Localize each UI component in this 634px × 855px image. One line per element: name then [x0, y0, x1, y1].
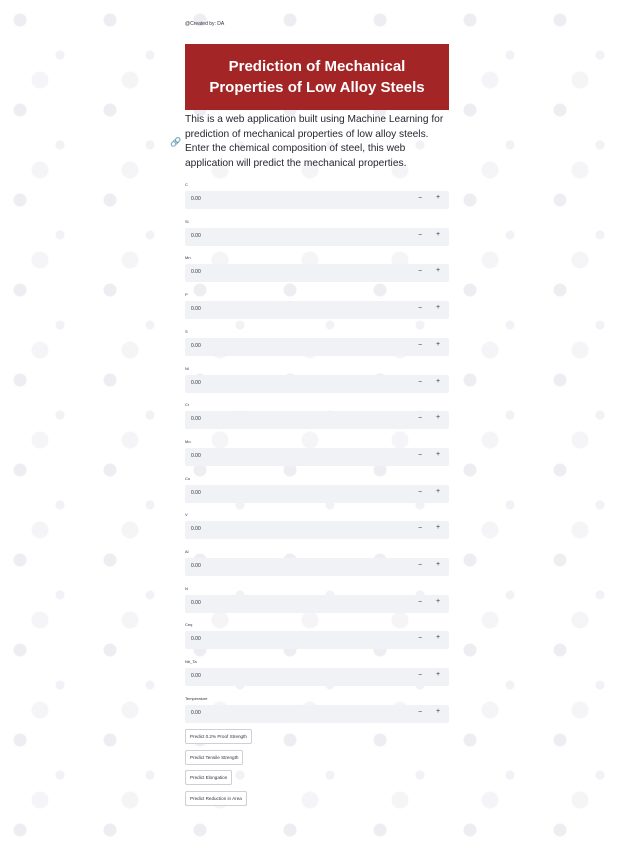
field-value[interactable]: 0.00	[191, 306, 201, 312]
number-field[interactable]: 0.00 − +	[185, 704, 449, 723]
decrement-button[interactable]: −	[418, 415, 422, 422]
increment-button[interactable]: +	[436, 341, 440, 348]
predict-button-4[interactable]: Predict Reduction in Area	[185, 791, 247, 806]
link-icon[interactable]: 🔗	[170, 137, 181, 148]
field-value[interactable]: 0.00	[191, 343, 201, 349]
decrement-button[interactable]: −	[418, 525, 422, 532]
number-field[interactable]: 0.00 − +	[185, 594, 449, 613]
increment-button[interactable]: +	[436, 194, 440, 201]
description-text: This is a web application built using Ma…	[185, 114, 444, 169]
decrement-button[interactable]: −	[418, 342, 422, 349]
number-field[interactable]: 0.00 − +	[185, 668, 449, 687]
increment-button[interactable]: +	[436, 561, 440, 568]
field-value[interactable]: 0.00	[191, 563, 201, 569]
credit-text: @Created by: DA	[185, 21, 225, 27]
decrement-button[interactable]: −	[418, 672, 422, 679]
decrement-button[interactable]: −	[418, 635, 422, 642]
field-label: V	[185, 512, 188, 518]
decrement-button[interactable]: −	[418, 709, 422, 716]
decrement-button[interactable]: −	[418, 195, 422, 202]
increment-button[interactable]: +	[436, 414, 440, 421]
field-value[interactable]: 0.00	[191, 233, 201, 239]
predict-button-2[interactable]: Predict Tensile Strength	[185, 750, 244, 765]
decrement-button[interactable]: −	[418, 562, 422, 569]
predict-button-3[interactable]: Predict Elongation	[185, 770, 233, 785]
field-value[interactable]: 0.00	[191, 416, 201, 422]
number-field[interactable]: 0.00 − +	[185, 631, 449, 650]
decrement-button[interactable]: −	[418, 379, 422, 386]
field-label: Nb_Ta	[185, 659, 197, 665]
decrement-button[interactable]: −	[418, 268, 422, 275]
page-title: Prediction of Mechanical Properties of L…	[185, 44, 449, 110]
field-label: Mn	[185, 255, 191, 261]
field-label: Mo	[185, 438, 191, 444]
increment-button[interactable]: +	[436, 488, 440, 495]
number-field[interactable]: 0.00 − +	[185, 447, 449, 466]
field-label: Temperature	[185, 695, 208, 701]
field-label: S	[185, 328, 188, 334]
number-field[interactable]: 0.00 − +	[185, 411, 449, 430]
field-value[interactable]: 0.00	[191, 710, 201, 716]
field-value[interactable]: 0.00	[191, 196, 201, 202]
field-value[interactable]: 0.00	[191, 490, 201, 496]
field-label: Si	[185, 218, 189, 224]
field-value[interactable]: 0.00	[191, 380, 201, 386]
field-label: Cr	[185, 402, 190, 408]
field-label: C	[185, 182, 188, 187]
increment-button[interactable]: +	[436, 451, 440, 458]
decrement-button[interactable]: −	[418, 452, 422, 459]
increment-button[interactable]: +	[436, 708, 440, 715]
number-field[interactable]: 0.00 − +	[185, 484, 449, 503]
number-field[interactable]: 0.00 − +	[185, 264, 449, 283]
field-value[interactable]: 0.00	[191, 673, 201, 679]
number-field[interactable]: 0.00 − +	[185, 301, 449, 320]
number-field[interactable]: 0.00 − +	[185, 558, 449, 576]
number-field[interactable]: 0.00 − +	[185, 521, 449, 540]
field-value[interactable]: 0.00	[191, 453, 201, 459]
field-value[interactable]: 0.00	[191, 526, 201, 532]
field-label: N	[185, 585, 188, 591]
decrement-button[interactable]: −	[418, 305, 422, 312]
number-field[interactable]: 0.00 − +	[185, 227, 449, 246]
decrement-button[interactable]: −	[418, 599, 422, 606]
decrement-button[interactable]: −	[418, 489, 422, 496]
field-label: Al	[185, 549, 189, 554]
field-label: Ni	[185, 365, 189, 371]
increment-button[interactable]: +	[436, 634, 440, 641]
increment-button[interactable]: +	[436, 304, 440, 311]
field-value[interactable]: 0.00	[191, 636, 201, 642]
predict-button-1[interactable]: Predict 0.2% Proof Strength	[185, 729, 252, 744]
field-label: Cu	[185, 475, 191, 481]
number-field[interactable]: 0.00 − +	[185, 374, 449, 393]
increment-button[interactable]: +	[436, 671, 440, 678]
number-field[interactable]: 0.00 − +	[185, 191, 449, 209]
number-field[interactable]: 0.00 − +	[185, 337, 449, 356]
increment-button[interactable]: +	[436, 231, 440, 238]
increment-button[interactable]: +	[436, 524, 440, 531]
increment-button[interactable]: +	[436, 598, 440, 605]
decrement-button[interactable]: −	[418, 232, 422, 239]
increment-button[interactable]: +	[436, 267, 440, 274]
title-line-2: Properties of Low Alloy Steels	[209, 79, 425, 96]
increment-button[interactable]: +	[436, 378, 440, 385]
title-line-1: Prediction of Mechanical	[228, 58, 406, 75]
field-label: P	[185, 292, 188, 298]
field-value[interactable]: 0.00	[191, 600, 201, 606]
field-label: Ceq	[185, 622, 193, 628]
field-value[interactable]: 0.00	[191, 269, 201, 275]
